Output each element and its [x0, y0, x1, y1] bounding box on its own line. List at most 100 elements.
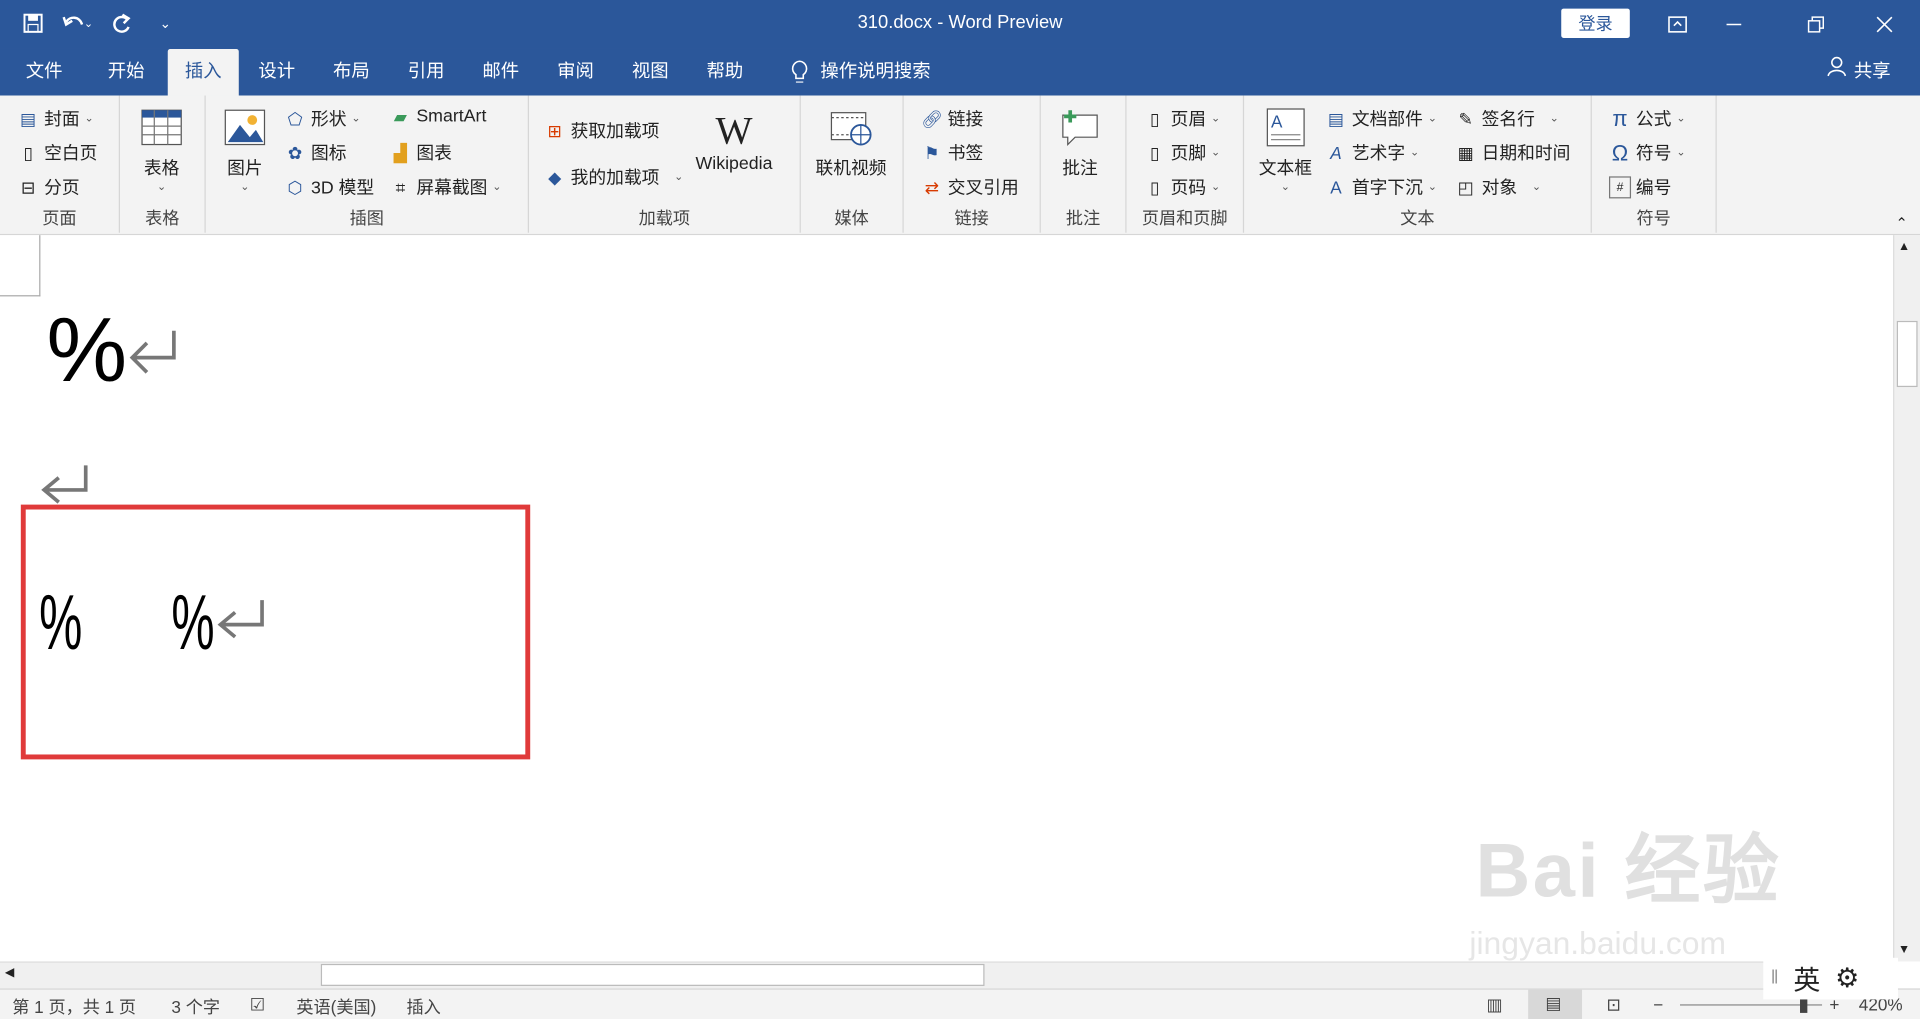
page-corner-mark — [0, 235, 41, 297]
tab-layout[interactable]: 布局 — [320, 49, 384, 96]
drop-cap-button[interactable]: A 首字下沉 ⌄ — [1325, 174, 1437, 200]
restore-icon[interactable] — [1788, 0, 1844, 49]
get-addins-button[interactable]: ⊞ 获取加载项 — [544, 118, 660, 144]
shapes-button[interactable]: ⬠ 形状 ⌄ — [284, 105, 361, 131]
wordart-button[interactable]: A 艺术字 ⌄ — [1325, 140, 1419, 166]
header-button[interactable]: ▯ 页眉 ⌄ — [1144, 105, 1220, 131]
screenshot-button[interactable]: ⌗ 屏幕截图 ⌄ — [389, 174, 502, 200]
footer-icon: ▯ — [1149, 142, 1160, 163]
date-time-button[interactable]: ▦ 日期和时间 — [1455, 140, 1571, 166]
link-button[interactable]: 🔗︎ 链接 — [921, 105, 983, 131]
bookmark-icon: ⚑ — [924, 142, 940, 163]
number-button[interactable]: # 编号 — [1608, 174, 1671, 200]
cover-page-button[interactable]: ▤ 封面 ⌄ — [17, 105, 94, 131]
shapes-icon: ⬠ — [287, 108, 303, 128]
tab-mailings[interactable]: 邮件 — [469, 49, 533, 96]
chart-button[interactable]: ▟ 图表 — [389, 140, 452, 166]
quick-parts-button[interactable]: ▤ 文档部件 ⌄ — [1325, 105, 1437, 131]
pictures-button[interactable]: 图片 ⌄ — [223, 105, 267, 193]
tab-help[interactable]: 帮助 — [693, 49, 757, 96]
object-icon: ◰ — [1457, 176, 1474, 197]
footer-button[interactable]: ▯ 页脚 ⌄ — [1144, 140, 1220, 166]
group-text: A 文本框 ⌄ ▤ 文档部件 ⌄ A 艺术字 ⌄ A 首字下沉 ⌄ ✎ 签名行 ⌄ ▦ 日期和时间 ◰… — [1244, 95, 1592, 233]
tab-design[interactable]: 设计 — [245, 49, 309, 96]
language-indicator[interactable]: 英语(美国) — [296, 995, 376, 1019]
symbol-button[interactable]: Ω 符号 ⌄ — [1609, 140, 1686, 166]
bookmark-button[interactable]: ⚑ 书签 — [921, 140, 983, 166]
wikipedia-icon: W — [715, 107, 753, 152]
page-number-button[interactable]: ▯ 页码 ⌄ — [1144, 174, 1220, 200]
horizontal-scroll-thumb[interactable] — [320, 963, 985, 986]
table-button[interactable]: 表格 ⌄ — [140, 105, 184, 193]
share-button[interactable]: 共享 — [1827, 49, 1891, 96]
group-links: 🔗︎ 链接 ⚑ 书签 ⇄ 交叉引用 链接 — [904, 95, 1041, 233]
group-label-addins: 加载项 — [638, 208, 691, 228]
cross-reference-button[interactable]: ⇄ 交叉引用 — [921, 174, 1019, 200]
object-button[interactable]: ◰ 对象 ⌄ — [1455, 174, 1541, 200]
my-addins-button[interactable]: ◆ 我的加载项 ⌄ — [544, 164, 683, 190]
group-header-footer: ▯ 页眉 ⌄ ▯ 页脚 ⌄ ▯ 页码 ⌄ 页眉和页脚 — [1127, 95, 1245, 233]
insert-mode[interactable]: 插入 — [407, 995, 441, 1019]
word-count[interactable]: 3 个字 — [171, 995, 220, 1019]
page-break-button[interactable]: ⊟ 分页 — [17, 174, 80, 200]
page-count[interactable]: 第 1 页，共 1 页 — [12, 995, 136, 1019]
group-label-tables: 表格 — [145, 208, 180, 228]
group-label-illustrations: 插图 — [349, 208, 384, 228]
textbox-button[interactable]: A 文本框 ⌄ — [1259, 105, 1312, 193]
word-window: ⌄ ⌄ 310.docx - Word Preview 登录 文件 开始 插入 … — [0, 0, 1920, 1019]
ribbon-display-icon[interactable] — [1649, 0, 1705, 49]
store-icon: ⊞ — [547, 120, 562, 141]
signature-line-button[interactable]: ✎ 签名行 ⌄ — [1455, 105, 1559, 131]
scroll-left-icon[interactable]: ◀ — [5, 966, 14, 979]
screenshot-icon: ⌗ — [395, 176, 406, 197]
link-icon: 🔗︎ — [920, 108, 943, 128]
ime-language[interactable]: 英 — [1793, 959, 1820, 998]
paragraph-1-text: % — [46, 298, 128, 401]
svg-text:A: A — [1271, 111, 1283, 131]
online-video-icon — [830, 112, 872, 146]
group-label-pages: 页面 — [42, 208, 77, 228]
table-icon — [141, 109, 182, 146]
tab-review[interactable]: 审阅 — [544, 49, 608, 96]
baidu-watermark-url: jingyan.baidu.com — [1469, 924, 1727, 962]
login-button[interactable]: 登录 — [1561, 8, 1630, 38]
tab-home[interactable]: 开始 — [93, 49, 159, 96]
online-video-button[interactable]: 联机视频 — [816, 105, 887, 180]
blank-page-icon: ▯ — [23, 142, 33, 163]
3d-models-button[interactable]: ⬡ 3D 模型 — [284, 174, 375, 200]
vertical-scrollbar[interactable]: ▲ ▼ — [1893, 235, 1920, 962]
window-title: 310.docx - Word Preview — [857, 12, 1063, 34]
signature-icon: ✎ — [1458, 108, 1473, 128]
document-area[interactable]: % % % Bai 经验 jingyan.baidu.com — [0, 235, 1894, 962]
gear-icon[interactable]: ⚙ — [1835, 963, 1859, 995]
tab-insert[interactable]: 插入 — [167, 48, 239, 96]
print-layout-icon: ▤ — [1545, 993, 1562, 1013]
tab-file[interactable]: 文件 — [12, 49, 76, 96]
group-tables: 表格 ⌄ 表格 — [120, 95, 206, 233]
print-layout-button[interactable]: ▤ — [1528, 989, 1583, 1019]
minimize-icon[interactable] — [1706, 0, 1762, 49]
proofing-icon[interactable]: ☑ — [250, 995, 265, 1016]
web-layout-icon[interactable]: ⊡ — [1607, 995, 1621, 1016]
tab-references[interactable]: 引用 — [394, 49, 458, 96]
smartart-icon: ▰ — [393, 106, 408, 127]
group-pages: ▤ 封面 ⌄ ▯ 空白页 ⊟ 分页 页面 — [0, 95, 121, 233]
wikipedia-button[interactable]: W Wikipedia — [696, 105, 773, 174]
equation-button[interactable]: π 公式 ⌄ — [1609, 105, 1685, 131]
comment-button[interactable]: 批注 — [1058, 105, 1102, 180]
blank-page-button[interactable]: ▯ 空白页 — [17, 140, 97, 166]
ime-handle-icon: ‖ — [1770, 967, 1779, 989]
icons-button[interactable]: ✿ 图标 — [284, 140, 347, 166]
zoom-out-icon[interactable]: − — [1653, 995, 1663, 1015]
read-mode-icon[interactable]: ▥ — [1487, 995, 1503, 1016]
vertical-scroll-thumb[interactable] — [1896, 320, 1918, 388]
tab-view[interactable]: 视图 — [618, 49, 682, 96]
scroll-up-icon[interactable]: ▲ — [1898, 240, 1910, 253]
smartart-button[interactable]: ▰ SmartArt — [389, 105, 487, 127]
chevron-down-icon: ⌄ — [84, 111, 94, 124]
scroll-down-icon[interactable]: ▼ — [1898, 943, 1910, 956]
tell-me-search[interactable]: 操作说明搜索 — [781, 49, 940, 96]
close-icon[interactable] — [1856, 0, 1912, 49]
horizontal-scrollbar[interactable]: ◀ — [0, 961, 1894, 989]
collapse-ribbon-icon[interactable]: ⌃ — [1895, 214, 1907, 231]
